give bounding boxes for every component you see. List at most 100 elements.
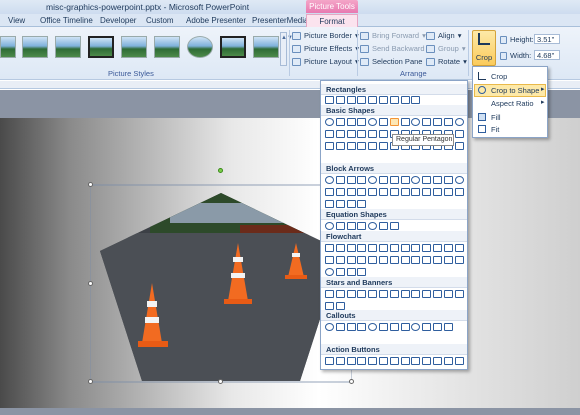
shape-option[interactable]	[379, 290, 388, 298]
shape-option[interactable]	[346, 256, 356, 264]
menu-item-aspect-ratio[interactable]: Aspect Ratio	[491, 99, 534, 108]
shapes-gallery[interactable]: Rectangles Basic Shapes Block Arrows Equ…	[320, 80, 468, 370]
shape-option[interactable]	[335, 200, 345, 208]
shape-option[interactable]	[379, 96, 388, 104]
shape-option[interactable]	[335, 256, 345, 264]
shape-option[interactable]	[454, 188, 464, 196]
shape-option[interactable]	[379, 222, 388, 230]
shape-option[interactable]	[389, 290, 399, 298]
shape-option[interactable]	[422, 176, 432, 184]
send-backward-button[interactable]: Send Backward ▾	[360, 44, 431, 53]
shape-option[interactable]	[389, 323, 399, 331]
shape-option[interactable]	[357, 96, 367, 104]
shape-option[interactable]	[368, 96, 378, 104]
shape-option[interactable]	[400, 323, 410, 331]
gallery-scroll[interactable]: ▲▼▾	[280, 32, 296, 66]
shape-option[interactable]	[389, 188, 399, 196]
shape-option[interactable]	[400, 176, 410, 184]
shape-option[interactable]	[335, 188, 345, 196]
shape-option[interactable]	[346, 222, 356, 230]
shape-option[interactable]	[422, 118, 432, 126]
shape-option[interactable]	[368, 290, 378, 298]
resize-handle[interactable]	[218, 379, 223, 384]
shape-option[interactable]	[325, 130, 334, 138]
shape-option[interactable]	[411, 118, 421, 126]
shape-option[interactable]	[335, 142, 345, 150]
shape-option[interactable]	[433, 176, 442, 184]
menu-item-fit[interactable]: Fit	[491, 125, 499, 134]
shape-option[interactable]	[422, 256, 432, 264]
shape-option[interactable]	[357, 244, 367, 252]
shape-option[interactable]	[368, 142, 378, 150]
shape-option[interactable]	[400, 244, 410, 252]
shape-option[interactable]	[346, 118, 356, 126]
shape-option[interactable]	[368, 244, 378, 252]
shape-option[interactable]	[346, 290, 356, 298]
shape-option[interactable]	[379, 142, 388, 150]
tab-adobe-presenter[interactable]: Adobe Presenter	[186, 16, 246, 25]
selection-pane-button[interactable]: Selection Pane	[360, 57, 422, 66]
menu-item-fill[interactable]: Fill	[491, 113, 501, 122]
shape-option[interactable]	[335, 323, 345, 331]
shape-option[interactable]	[368, 130, 378, 138]
shape-option[interactable]	[379, 357, 388, 365]
tab-custom[interactable]: Custom	[146, 16, 174, 25]
shape-option[interactable]	[346, 244, 356, 252]
width-field[interactable]: 4.68"	[534, 50, 560, 60]
shape-option[interactable]	[357, 200, 367, 208]
shape-option[interactable]	[368, 222, 378, 230]
shape-option[interactable]	[433, 290, 442, 298]
shape-option[interactable]	[443, 244, 453, 252]
shape-option[interactable]	[357, 323, 367, 331]
shape-option[interactable]	[335, 357, 345, 365]
tab-developer[interactable]: Developer	[100, 16, 136, 25]
picture-effects-button[interactable]: Picture Effects ▾	[292, 44, 359, 53]
shape-option[interactable]	[400, 357, 410, 365]
shape-option[interactable]	[389, 118, 399, 126]
crop-dropdown-menu[interactable]: Crop Crop to Shape ▸ Aspect Ratio ▸ Fill…	[472, 66, 548, 138]
shape-option[interactable]	[422, 244, 432, 252]
shape-option[interactable]	[325, 176, 334, 184]
shape-option[interactable]	[454, 357, 464, 365]
shape-option[interactable]	[335, 290, 345, 298]
height-field[interactable]: 3.51"	[534, 34, 560, 44]
shape-option[interactable]	[422, 323, 432, 331]
menu-item-crop[interactable]: Crop	[491, 72, 507, 81]
shape-option[interactable]	[422, 290, 432, 298]
picture-style-thumb[interactable]	[220, 36, 246, 58]
shape-option[interactable]	[357, 188, 367, 196]
picture-style-thumb[interactable]	[154, 36, 180, 58]
shape-option[interactable]	[443, 118, 453, 126]
shape-option[interactable]	[346, 142, 356, 150]
shape-option[interactable]	[325, 222, 334, 230]
shape-option[interactable]	[325, 357, 334, 365]
tab-office-timeline[interactable]: Office Timeline	[40, 16, 93, 25]
shape-option[interactable]	[346, 176, 356, 184]
shape-option[interactable]	[411, 323, 421, 331]
shape-option[interactable]	[357, 290, 367, 298]
shape-option[interactable]	[411, 176, 421, 184]
picture-layout-button[interactable]: Picture Layout ▾	[292, 57, 359, 66]
shape-option[interactable]	[368, 118, 378, 126]
shape-option[interactable]	[325, 118, 334, 126]
picture-style-thumb[interactable]	[0, 36, 16, 58]
shape-option[interactable]	[379, 256, 388, 264]
shape-option[interactable]	[325, 323, 334, 331]
shape-option[interactable]	[357, 222, 367, 230]
shape-option[interactable]	[400, 256, 410, 264]
shape-option[interactable]	[379, 323, 388, 331]
shape-option[interactable]	[379, 118, 388, 126]
shape-option[interactable]	[379, 176, 388, 184]
align-button[interactable]: Align ▾	[426, 31, 461, 40]
shape-option[interactable]	[335, 130, 345, 138]
menu-item-crop-to-shape[interactable]: Crop to Shape	[491, 86, 539, 95]
shape-option[interactable]	[400, 118, 410, 126]
shape-option[interactable]	[433, 357, 442, 365]
shape-option[interactable]	[335, 244, 345, 252]
shape-option[interactable]	[443, 290, 453, 298]
shape-option[interactable]	[443, 256, 453, 264]
shape-option[interactable]	[422, 357, 432, 365]
shape-option[interactable]	[357, 268, 367, 276]
group-button[interactable]: Group ▾	[426, 44, 466, 53]
shape-option[interactable]	[400, 188, 410, 196]
